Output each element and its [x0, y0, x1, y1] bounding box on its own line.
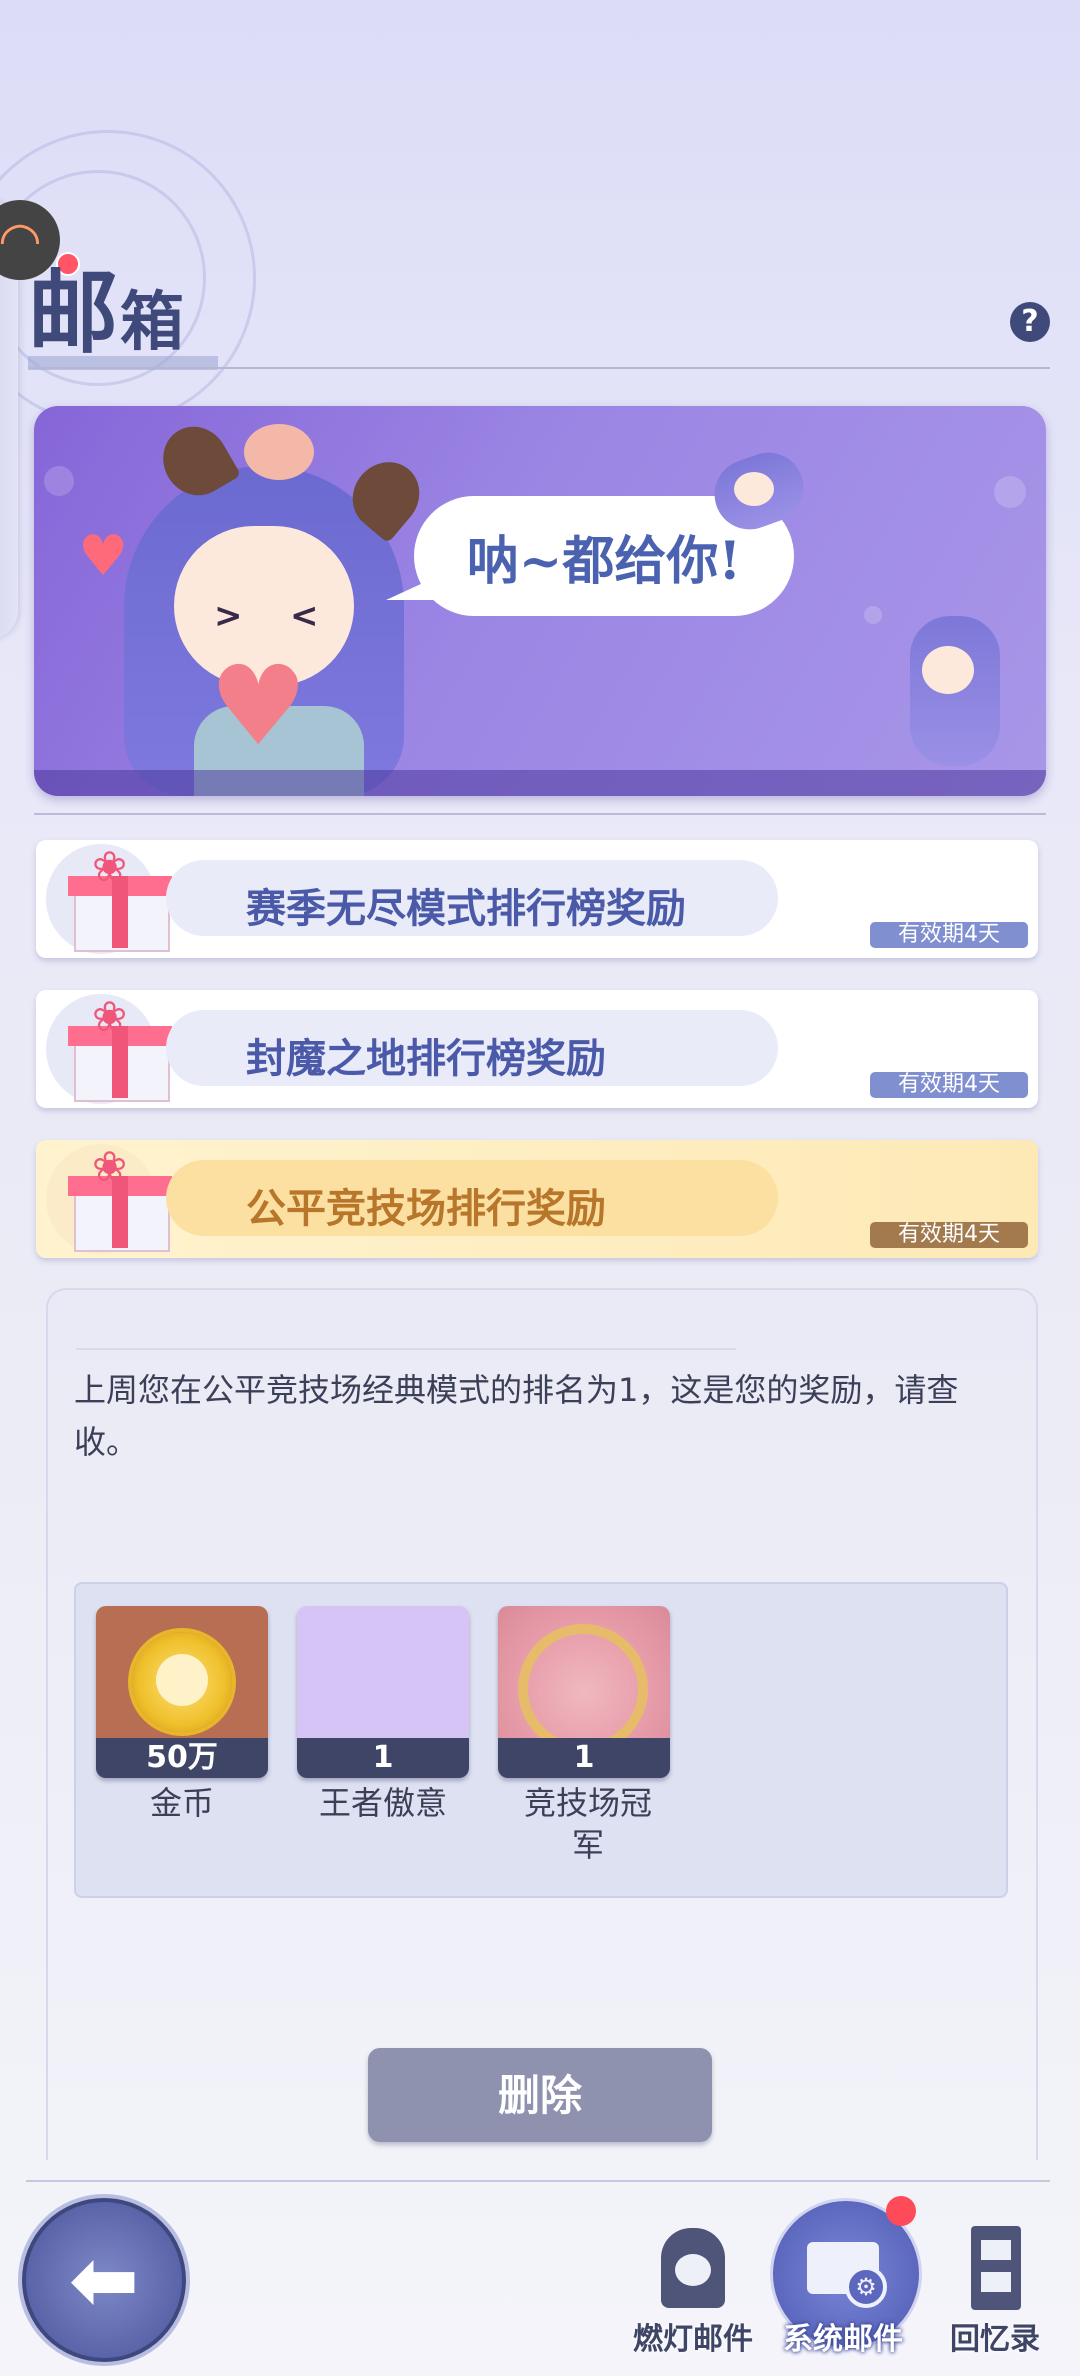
gift-bow: ❀ [92, 1142, 128, 1191]
reward-count: 1 [297, 1738, 469, 1778]
reward-name: 金币 [149, 1784, 214, 1822]
nav-label: 系统邮件 [783, 2322, 903, 2357]
pig-icon [244, 424, 314, 480]
page-title: 邮箱 [28, 240, 186, 370]
nav-memoir[interactable]: 回忆录 [930, 2220, 1060, 2358]
expiry-badge: 有效期4天 [870, 1222, 1028, 1248]
coin-face [156, 1654, 208, 1706]
back-button[interactable]: ⬅ [22, 2198, 186, 2362]
mailbox-banner: ♥ > < ♥ 呐~都给你! [34, 406, 1046, 796]
mail-item-selected[interactable]: ❀ 公平竞技场排行奖励 有效期4天 [36, 1140, 1038, 1258]
banner-sparkle [44, 466, 74, 496]
mail-title: 赛季无尽模式排行榜奖励 [246, 885, 686, 932]
nav-lantern-mail[interactable]: 燃灯邮件 [628, 2220, 758, 2358]
film-strip-icon [953, 2220, 1037, 2312]
gift-bow: ❀ [92, 992, 128, 1041]
back-arrow-icon: ⬅ [68, 2231, 140, 2329]
nav-system-mail[interactable]: ⚙ 系统邮件 [778, 2220, 908, 2358]
banner-sparkle [994, 476, 1026, 508]
mail-item[interactable]: ❀ 赛季无尽模式排行榜奖励 有效期4天 [36, 840, 1038, 958]
mini-character-face [734, 472, 774, 506]
header-divider [28, 367, 1050, 369]
reward-item-blank[interactable]: 1 [297, 1606, 469, 1778]
expiry-badge: 有效期4天 [870, 922, 1028, 948]
banner-sparkle [864, 606, 882, 624]
detail-divider [76, 1348, 736, 1350]
expiry-badge: 有效期4天 [870, 1072, 1028, 1098]
speech-text: 呐~都给你! [466, 530, 742, 592]
mail-title: 公平竞技场排行奖励 [246, 1185, 606, 1232]
help-button[interactable]: ? [1010, 302, 1050, 342]
nav-label: 回忆录 [950, 2322, 1040, 2357]
gift-bow: ❀ [92, 842, 128, 891]
reward-name: 竞技场冠军 [523, 1784, 652, 1864]
delete-button[interactable]: 删除 [368, 2048, 712, 2142]
reward-item-champion-frame[interactable]: 1 [498, 1606, 670, 1778]
nav-label: 燃灯邮件 [633, 2322, 753, 2357]
mail-title: 封魔之地排行榜奖励 [246, 1035, 606, 1082]
system-mail-icon: ⚙ [801, 2220, 887, 2312]
title-char-1: 邮 [28, 260, 120, 366]
character-eye: > [214, 596, 243, 636]
title-char-2: 箱 [120, 285, 186, 360]
mail-item[interactable]: ❀ 封魔之地排行榜奖励 有效期4天 [36, 990, 1038, 1108]
held-heart-icon: ♥ [209, 642, 308, 770]
list-divider [34, 813, 1046, 815]
mini-character-face [922, 646, 974, 694]
champion-frame-icon [518, 1624, 648, 1754]
reward-count: 50万 [96, 1738, 268, 1778]
gold-coin-icon [132, 1632, 232, 1732]
mail-message: 上周您在公平竞技场经典模式的排名为1，这是您的奖励，请查收。 [74, 1371, 959, 1461]
character-eye: < [290, 596, 319, 636]
bottom-divider [26, 2180, 1050, 2182]
heart-icon: ♥ [78, 524, 129, 589]
reward-count: 1 [498, 1738, 670, 1778]
reward-item-gold-coin[interactable]: 50万 [96, 1606, 268, 1778]
reward-name: 王者傲意 [318, 1784, 447, 1822]
lantern-mail-icon [651, 2220, 735, 2312]
banner-footer [34, 770, 1046, 796]
